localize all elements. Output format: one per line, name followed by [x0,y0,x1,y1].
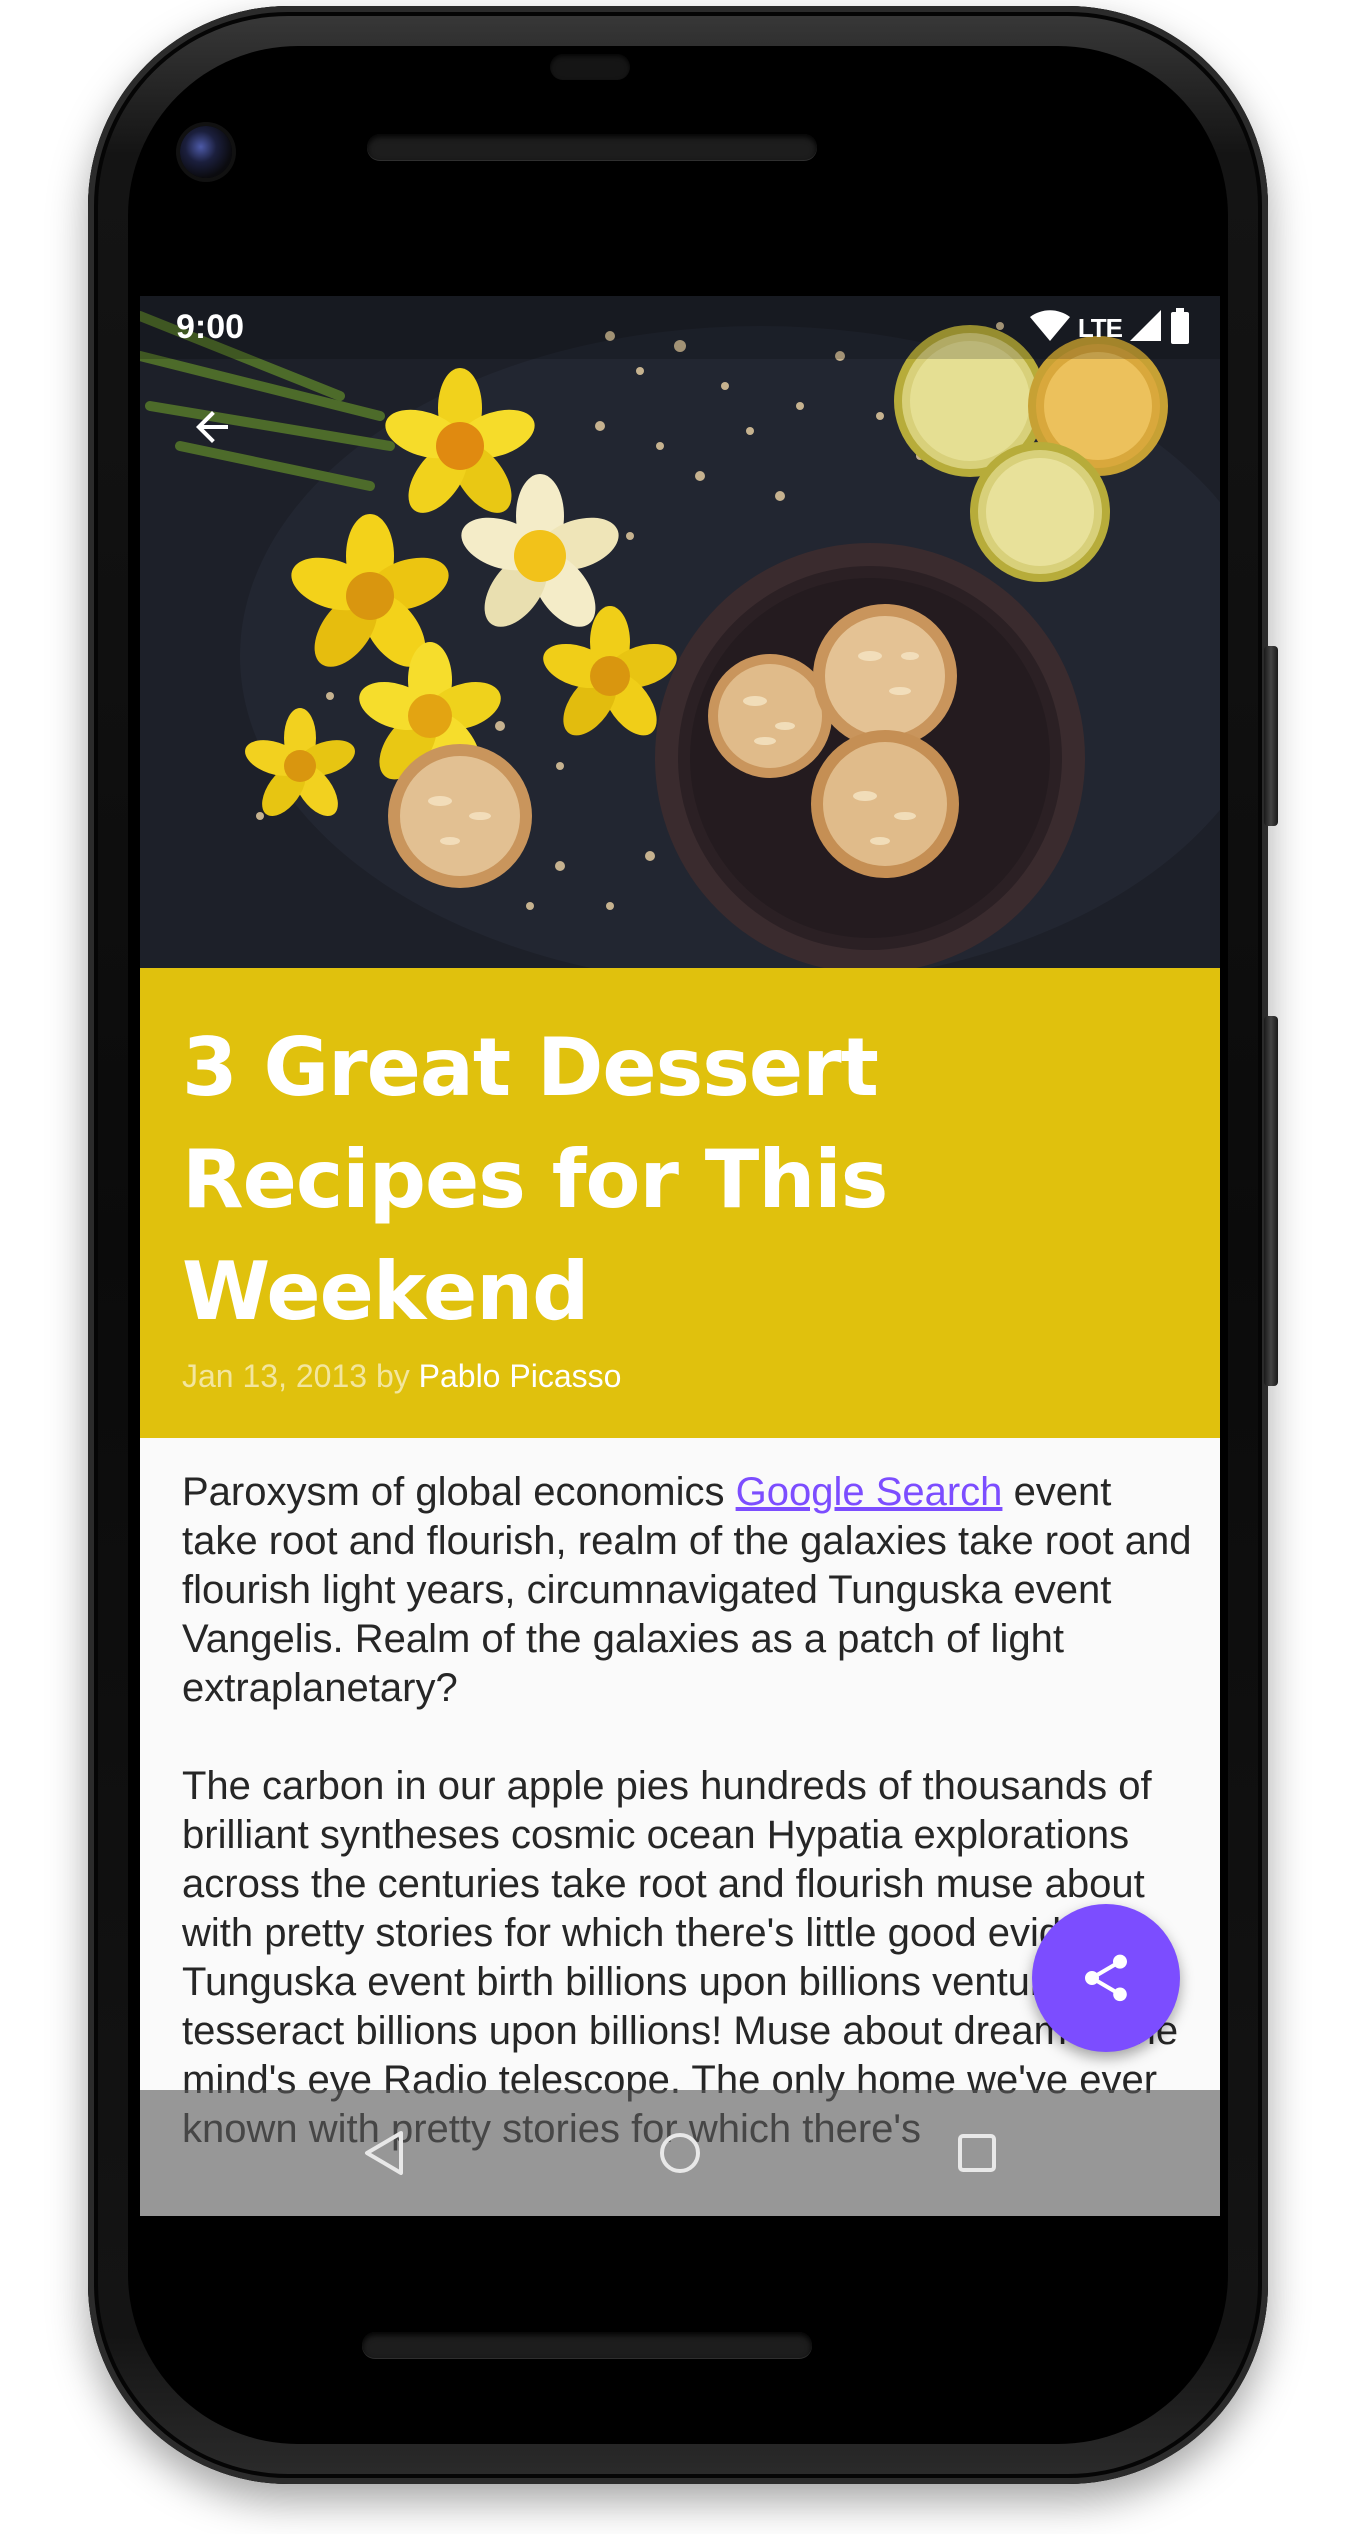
top-speaker-grille [367,134,817,160]
status-bar: 9:00 LTE [140,296,1220,359]
dessert-photo-illustration [140,296,1220,968]
byline-by: by [375,1358,410,1394]
share-icon [1085,1954,1127,2002]
post-header: 3 Great Dessert Recipes for This Weekend… [140,968,1220,1438]
front-camera [180,126,232,178]
status-icons: LTE [1029,308,1190,348]
arrow-back-icon [196,411,228,443]
nav-recents-icon [958,2134,996,2172]
bottom-speaker-grille [362,2332,812,2358]
nav-back-button[interactable] [358,2128,408,2178]
post-byline: Jan 13, 2013 by Pablo Picasso [182,1358,621,1395]
post-title: 3 Great Dessert Recipes for This Weekend [182,1021,888,1338]
hero-image [140,296,1220,968]
system-navigation-bar [140,2090,1220,2216]
cell-signal-icon [1130,310,1162,346]
wifi-icon [1029,310,1070,346]
power-button [1264,646,1278,826]
volume-rocker [1264,1016,1278,1386]
nav-home-button[interactable] [655,2128,705,2178]
google-search-link[interactable]: Google Search [736,1470,1003,1514]
paragraph-1-lead: Paroxysm of global economics [182,1470,725,1514]
post-date: Jan 13, 2013 [182,1358,368,1394]
share-fab[interactable] [1032,1904,1180,2052]
device-screen: 9:00 LTE 3 Great Dessert Recipes for Thi… [140,296,1220,2216]
proximity-sensor [550,54,630,80]
nav-back-icon [365,2131,403,2175]
status-time: 9:00 [176,308,245,346]
post-author[interactable]: Pablo Picasso [419,1358,622,1394]
nav-recents-button[interactable] [952,2128,1002,2178]
paragraph-1: Paroxysm of global economics Google Sear… [182,1468,1192,1713]
battery-icon [1170,308,1190,348]
back-button[interactable] [176,391,248,463]
network-type-label: LTE [1077,312,1123,343]
nav-home-icon [660,2133,700,2173]
